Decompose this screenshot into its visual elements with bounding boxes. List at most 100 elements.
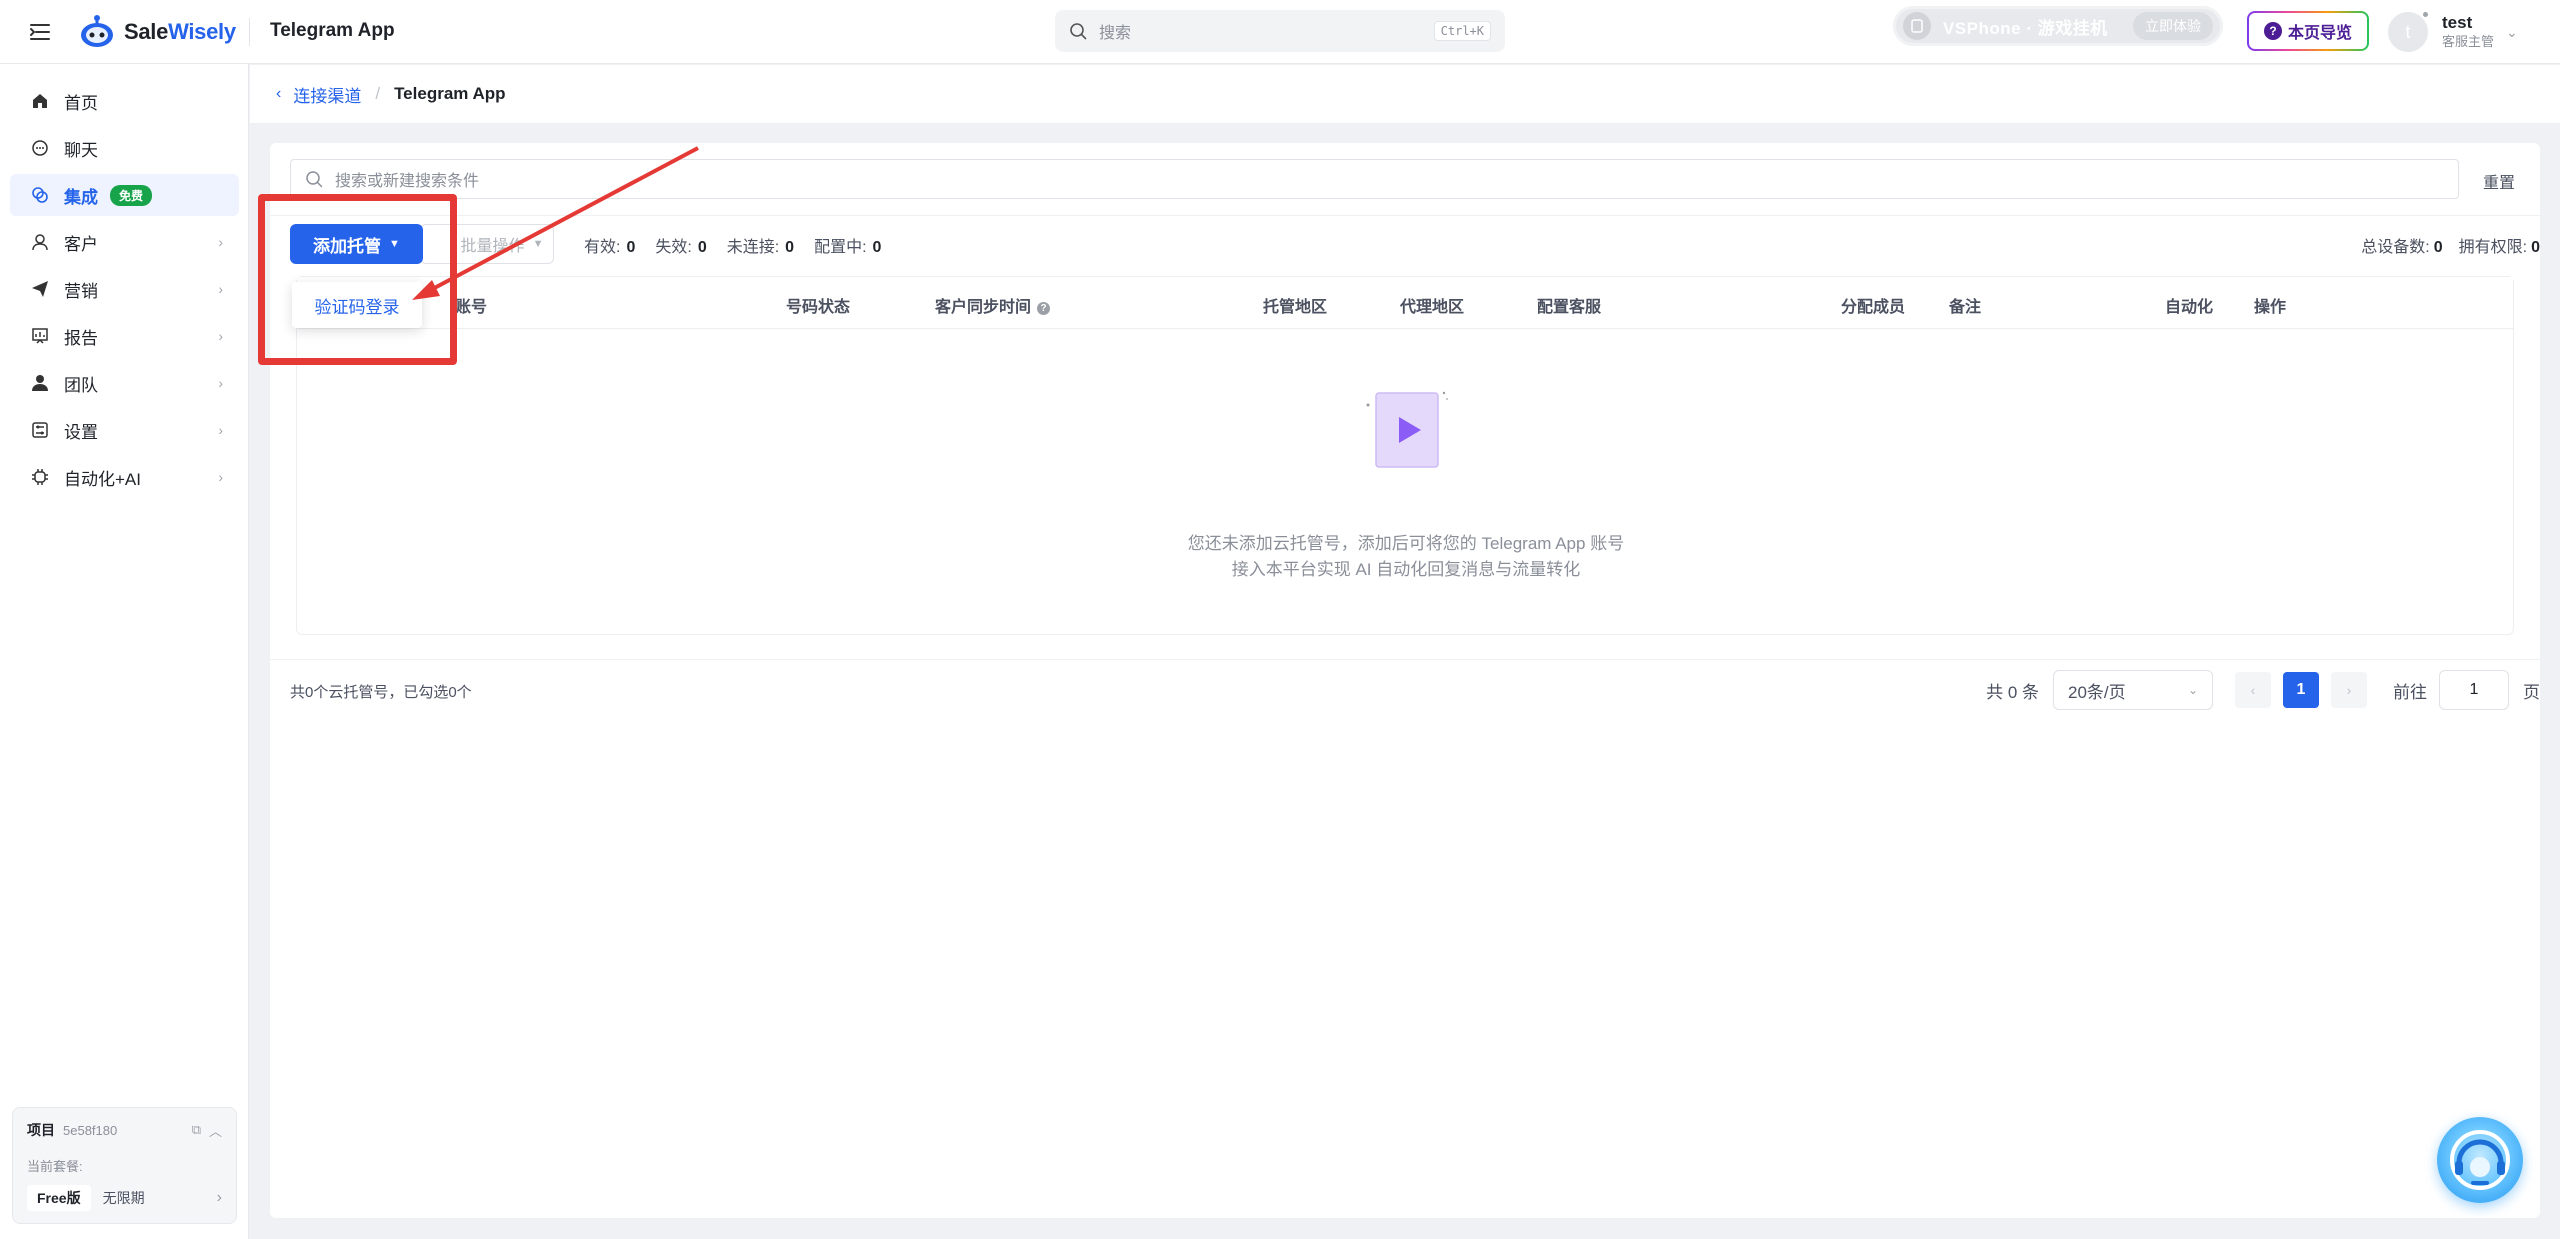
search-placeholder: 搜索 — [1099, 25, 1132, 42]
promo-text: VSPhone · 游戏挂机 — [1943, 18, 2108, 38]
chevron-right-icon[interactable]: › — [217, 1189, 222, 1207]
breadcrumb-separator: / — [375, 84, 381, 103]
robot-logo-icon — [78, 15, 116, 49]
chevron-right-icon: › — [218, 328, 223, 344]
search-icon — [305, 170, 323, 188]
sidebar-item-label: 聊天 — [64, 140, 98, 160]
sidebar-item-automation[interactable]: 自动化+AI › — [10, 456, 239, 498]
chevron-right-icon: › — [218, 422, 223, 438]
free-badge: 免费 — [110, 184, 153, 206]
breadcrumb: ‹ 连接渠道 / Telegram App — [250, 65, 2560, 123]
sidebar: 首页 聊天 集成 免费 客户 › 营销 › 报告 › 团队 › 设置 › 自动化… — [0, 64, 249, 1239]
project-id: 5e58f180 — [63, 1122, 118, 1138]
breadcrumb-current: Telegram App — [394, 84, 506, 103]
support-chat-icon[interactable] — [2437, 1117, 2523, 1203]
sidebar-item-customers[interactable]: 客户 › — [10, 221, 239, 263]
sidebar-item-home[interactable]: 首页 — [10, 80, 239, 122]
main-panel: 搜索或新建搜索条件 重置 批量操作 ▼ 添加托管 ▼ 有效: 0 失效: 0 未连接: 0… — [270, 143, 2540, 1218]
user-icon — [30, 232, 50, 252]
filter-search-input[interactable]: 搜索或新建搜索条件 — [290, 159, 2459, 199]
total-count: 共 0 条 — [1986, 682, 2039, 702]
chevron-right-icon: › — [218, 375, 223, 391]
column-header: 托管地区 — [1263, 299, 1328, 316]
project-card[interactable]: 项目 5e58f180 ⧉ ︿ 当前套餐: Free版 无限期 › — [12, 1107, 237, 1224]
goto-label: 前往 — [2393, 682, 2427, 702]
sidebar-item-label: 团队 — [64, 375, 98, 395]
plan-label: 当前套餐: — [27, 1159, 83, 1174]
integration-icon — [30, 185, 50, 205]
copy-icon[interactable]: ⧉ — [192, 1122, 201, 1138]
stat-permissions: 拥有权限: 0 — [2458, 239, 2540, 256]
goto-page-input[interactable]: 1 — [2439, 670, 2509, 710]
brand-logo[interactable]: SaleWisely — [78, 14, 236, 50]
page-guide-label: 本页导览 — [2287, 25, 2352, 42]
sidebar-item-label: 自动化+AI — [64, 469, 141, 489]
column-header: 分配成员 — [1841, 299, 1906, 316]
page-suffix: 页 — [2523, 682, 2540, 702]
home-icon — [30, 91, 50, 111]
page-number-button[interactable]: 1 — [2283, 672, 2319, 708]
brand-name: SaleWisely — [124, 19, 236, 44]
team-icon — [30, 373, 50, 393]
chat-icon — [30, 138, 50, 158]
filter-placeholder: 搜索或新建搜索条件 — [335, 173, 480, 190]
sidebar-item-label: 集成 — [64, 187, 98, 207]
app-title: Telegram App — [270, 20, 395, 41]
chevron-up-icon[interactable]: ︿ — [209, 1121, 222, 1140]
stat-total-devices: 总设备数: 0 — [2361, 239, 2443, 256]
column-header: 号码状态 — [786, 299, 851, 316]
sidebar-item-label: 首页 — [64, 93, 98, 113]
plan-term: 无限期 — [102, 1190, 145, 1206]
column-header: 操作 — [2254, 299, 2287, 316]
status-stats: 有效: 0 失效: 0 未连接: 0 配置中: 0 — [584, 233, 901, 257]
reset-button[interactable]: 重置 — [2483, 169, 2515, 193]
column-header: 配置客服 — [1537, 299, 1602, 316]
help-circle-icon[interactable]: ? — [1037, 302, 1051, 315]
back-chevron-icon[interactable]: ‹ — [276, 85, 281, 103]
avatar: t — [2388, 10, 2430, 52]
chevron-down-icon: ⌄ — [2506, 23, 2518, 40]
prev-page-button[interactable]: ‹ — [2235, 672, 2271, 708]
sidebar-item-label: 客户 — [64, 234, 98, 254]
global-search-input[interactable]: 搜索 Ctrl+K — [1055, 10, 1505, 52]
stat-valid: 有效: 0 — [584, 239, 636, 256]
device-stats: 总设备数: 0 拥有权限: 0 — [2345, 233, 2540, 257]
breadcrumb-parent-link[interactable]: 连接渠道 — [293, 82, 361, 107]
user-menu[interactable]: t test 客服主管 ⌄ — [2388, 10, 2518, 54]
menu-toggle-icon[interactable] — [28, 20, 52, 44]
table-header: 账号 号码状态 客户同步时间? 托管地区 代理地区 配置客服 分配成员 备注 自… — [297, 277, 2513, 329]
caret-down-icon: ▼ — [532, 238, 544, 250]
shortcut-hint: Ctrl+K — [1433, 21, 1491, 41]
promo-banner[interactable]: VSPhone · 游戏挂机 立即体验 — [1893, 6, 2223, 46]
sidebar-item-label: 报告 — [64, 328, 98, 348]
page-size-select[interactable]: 20条/页 ⌄ — [2053, 670, 2213, 710]
sidebar-item-label: 设置 — [64, 422, 98, 442]
sidebar-item-team[interactable]: 团队 › — [10, 362, 239, 404]
help-icon: ? — [2263, 22, 2282, 40]
column-header: 代理地区 — [1400, 299, 1465, 316]
table-toolbar: 批量操作 ▼ 添加托管 ▼ 有效: 0 失效: 0 未连接: 0 配置中: 0 总设备数: 0… — [290, 224, 2540, 274]
sidebar-item-label: 营销 — [64, 281, 98, 301]
sidebar-item-reports[interactable]: 报告 › — [10, 315, 239, 357]
header-divider — [249, 18, 250, 46]
column-header: 客户同步时间? — [935, 293, 1051, 317]
column-header: 账号 — [455, 299, 488, 316]
chevron-down-icon: ⌄ — [2187, 683, 2198, 697]
accounts-table: 账号 号码状态 客户同步时间? 托管地区 代理地区 配置客服 分配成员 备注 自… — [296, 276, 2514, 635]
top-bar: SaleWisely Telegram App 搜索 Ctrl+K VSPhon… — [0, 0, 2560, 64]
sidebar-item-marketing[interactable]: 营销 › — [10, 268, 239, 310]
empty-state-message: 您还未添加云托管号，添加后可将您的 Telegram App 账号 接入本平台实… — [1187, 534, 1625, 579]
sidebar-item-chat[interactable]: 聊天 — [10, 127, 239, 169]
divider — [270, 659, 2540, 660]
promo-try-button[interactable]: 立即体验 — [2133, 12, 2213, 40]
sidebar-item-settings[interactable]: 设置 › — [10, 409, 239, 451]
chip-icon — [30, 467, 50, 487]
phone-icon — [1903, 12, 1931, 40]
selection-summary: 共0个云托管号，已勾选0个 — [290, 684, 472, 701]
sidebar-item-integration[interactable]: 集成 免费 — [10, 174, 239, 216]
page-guide-button[interactable]: ? 本页导览 — [2247, 11, 2369, 51]
next-page-button[interactable]: › — [2331, 672, 2367, 708]
stat-invalid: 失效: 0 — [655, 239, 707, 256]
stat-configuring: 配置中: 0 — [814, 239, 882, 256]
search-icon — [1069, 22, 1087, 40]
